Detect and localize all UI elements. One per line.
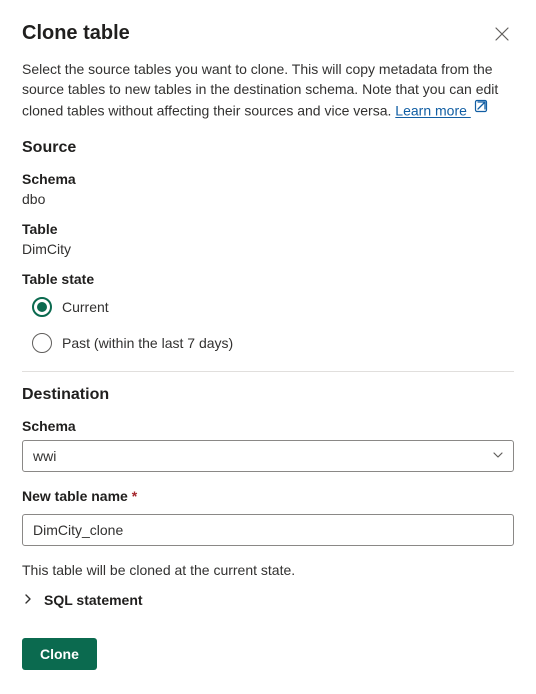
clone-button[interactable]: Clone bbox=[22, 638, 97, 670]
external-link-icon bbox=[474, 99, 488, 119]
destination-heading: Destination bbox=[22, 386, 514, 404]
radio-label-current: Current bbox=[62, 299, 109, 315]
source-table-label: Table bbox=[22, 221, 514, 237]
required-indicator: * bbox=[132, 488, 137, 504]
close-icon bbox=[494, 26, 510, 42]
dialog-title: Clone table bbox=[22, 22, 130, 45]
radio-option-current[interactable]: Current bbox=[32, 297, 514, 317]
radio-indicator-icon bbox=[32, 333, 52, 353]
section-divider bbox=[22, 371, 514, 372]
destination-schema-label: Schema bbox=[22, 418, 514, 434]
new-table-name-input[interactable] bbox=[22, 514, 514, 546]
source-table-value: DimCity bbox=[22, 241, 514, 257]
radio-option-past[interactable]: Past (within the last 7 days) bbox=[32, 333, 514, 353]
source-schema-label: Schema bbox=[22, 171, 514, 187]
table-state-radio-group: Current Past (within the last 7 days) bbox=[22, 297, 514, 353]
sql-statement-expander[interactable]: SQL statement bbox=[22, 592, 514, 608]
source-heading: Source bbox=[22, 139, 514, 157]
radio-indicator-icon bbox=[32, 297, 52, 317]
chevron-right-icon bbox=[22, 592, 34, 608]
dialog-description: Select the source tables you want to clo… bbox=[22, 60, 514, 121]
table-state-label: Table state bbox=[22, 271, 514, 287]
radio-label-past: Past (within the last 7 days) bbox=[62, 335, 233, 351]
learn-more-link[interactable]: Learn more bbox=[395, 103, 470, 119]
new-table-name-label: New table name * bbox=[22, 488, 514, 504]
clone-status-text: This table will be cloned at the current… bbox=[22, 562, 514, 578]
source-schema-value: dbo bbox=[22, 191, 514, 207]
destination-schema-select[interactable]: wwi bbox=[22, 440, 514, 472]
sql-statement-label: SQL statement bbox=[44, 592, 143, 608]
close-button[interactable] bbox=[490, 22, 514, 46]
